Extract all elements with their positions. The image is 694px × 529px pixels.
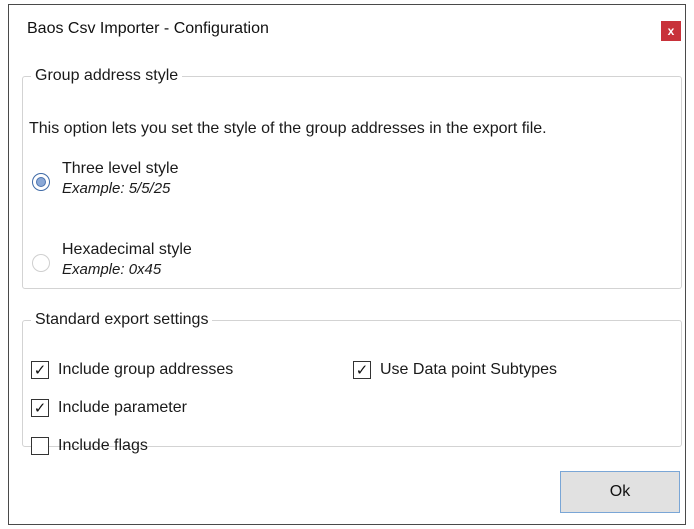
radio-hexadecimal-label: Hexadecimal style: [62, 241, 192, 258]
checkbox-include-flags-box[interactable]: [31, 437, 49, 455]
radio-three-level[interactable]: Three level style Example: 5/5/25: [32, 159, 179, 199]
group-address-description: This option lets you set the style of th…: [29, 120, 547, 137]
radio-hexadecimal[interactable]: Hexadecimal style Example: 0x45: [32, 240, 192, 280]
checkbox-include-parameter-box[interactable]: ✓: [31, 399, 49, 417]
radio-hexadecimal-example: Example: 0x45: [62, 261, 162, 278]
group-address-style-legend: Group address style: [35, 67, 179, 84]
checkbox-use-data-point-subtypes-label: Use Data point Subtypes: [380, 361, 557, 378]
standard-export-settings-group: Standard export settings ✓ Include group…: [22, 311, 682, 455]
standard-export-settings-legend: Standard export settings: [35, 311, 209, 328]
close-button[interactable]: x: [661, 21, 681, 41]
checkbox-include-group-addresses-box[interactable]: ✓: [31, 361, 49, 379]
checkbox-include-parameter-label: Include parameter: [58, 399, 187, 416]
checkbox-include-flags-label: Include flags: [58, 437, 148, 454]
checkbox-use-data-point-subtypes-box[interactable]: ✓: [353, 361, 371, 379]
radio-button-hexadecimal[interactable]: [32, 254, 50, 272]
radio-three-level-label: Three level style: [62, 160, 179, 177]
window-title: Baos Csv Importer - Configuration: [27, 20, 269, 37]
group-address-style-group: Group address style This option lets you…: [22, 67, 682, 289]
radio-three-level-example: Example: 5/5/25: [62, 180, 171, 197]
radio-button-three-level[interactable]: [32, 173, 50, 191]
title-bar: Baos Csv Importer - Configuration x: [9, 5, 685, 53]
checkbox-include-parameter[interactable]: ✓ Include parameter: [31, 399, 187, 417]
checkbox-include-flags[interactable]: Include flags: [31, 437, 148, 455]
ok-button[interactable]: Ok: [560, 471, 680, 513]
close-icon: x: [667, 24, 675, 38]
config-dialog: Baos Csv Importer - Configuration x Grou…: [8, 4, 686, 525]
checkbox-include-group-addresses[interactable]: ✓ Include group addresses: [31, 361, 233, 379]
checkbox-use-data-point-subtypes[interactable]: ✓ Use Data point Subtypes: [353, 361, 557, 379]
checkbox-include-group-addresses-label: Include group addresses: [58, 361, 234, 378]
